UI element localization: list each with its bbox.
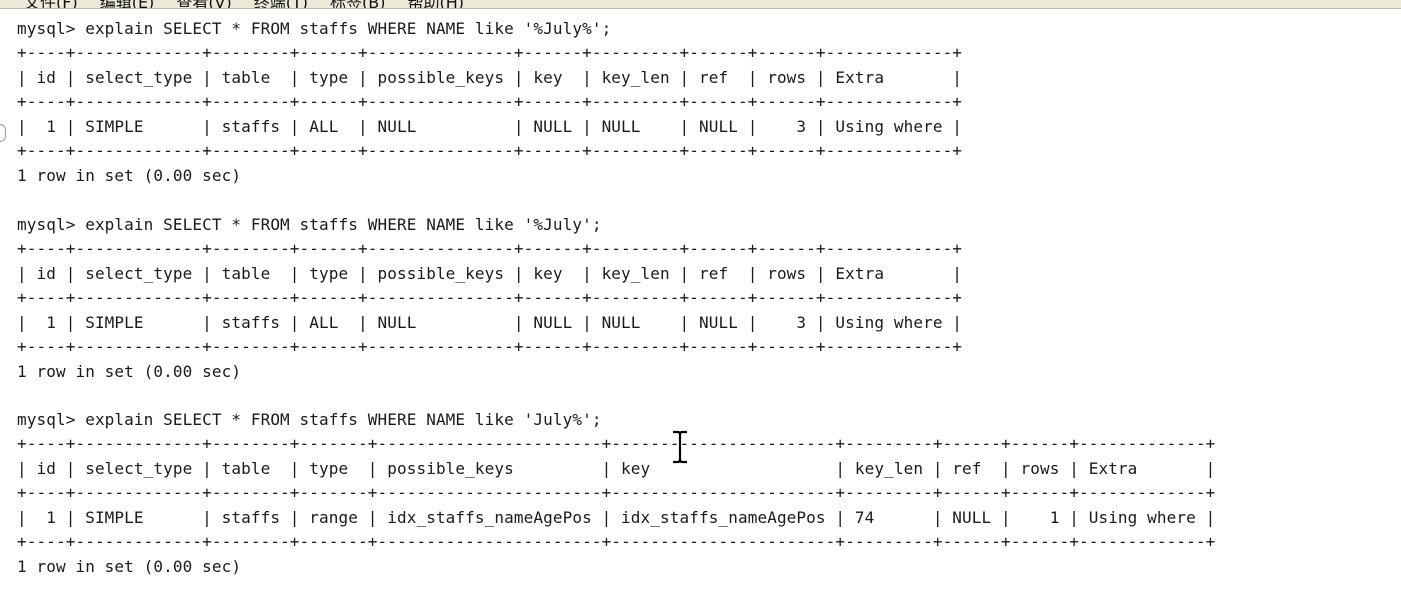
terminal-line: +----+-------------+--------+------+----… [17, 92, 963, 111]
terminal-line: +----+-------------+--------+-------+---… [17, 532, 1216, 551]
scroll-marker [0, 124, 6, 142]
terminal-output[interactable]: mysql> explain SELECT * FROM staffs WHER… [17, 19, 1401, 592]
menu-help[interactable]: 帮助(H) [407, 0, 464, 8]
terminal-line: | 1 | SIMPLE | staffs | ALL | NULL | NUL… [17, 117, 963, 136]
terminal-line: | id | select_type | table | type | poss… [17, 459, 1216, 478]
i-beam-cursor-icon [673, 430, 687, 464]
terminal-line: | id | select_type | table | type | poss… [17, 264, 963, 283]
terminal-line: +----+-------------+--------+------+----… [17, 141, 963, 160]
terminal-line: +----+-------------+--------+------+----… [17, 239, 963, 258]
terminal-line: 1 row in set (0.00 sec) [17, 557, 242, 576]
terminal-line: +----+-------------+--------+-------+---… [17, 483, 1216, 502]
menu-file[interactable]: 文件(F) [24, 0, 78, 8]
menu-items: 文件(F) 编辑(E) 查看(V) 终端(T) 标签(B) 帮助(H) [24, 0, 464, 8]
terminal-line: +----+-------------+--------+------+----… [17, 43, 963, 62]
terminal-line: | id | select_type | table | type | poss… [17, 68, 963, 87]
terminal-line: mysql> explain SELECT * FROM staffs WHER… [17, 19, 612, 38]
terminal-line: +----+-------------+--------+-------+---… [17, 434, 1216, 453]
menu-view[interactable]: 查看(V) [176, 0, 231, 8]
terminal-line: | 1 | SIMPLE | staffs | range | idx_staf… [17, 508, 1216, 527]
terminal-line: mysql> explain SELECT * FROM staffs WHER… [17, 410, 602, 429]
menu-tabs[interactable]: 标签(B) [330, 0, 385, 8]
menu-bar: 文件(F) 编辑(E) 查看(V) 终端(T) 标签(B) 帮助(H) [0, 0, 1401, 9]
menu-terminal[interactable]: 终端(T) [254, 0, 308, 8]
terminal-line: | 1 | SIMPLE | staffs | ALL | NULL | NUL… [17, 313, 963, 332]
menu-edit[interactable]: 编辑(E) [100, 0, 155, 8]
terminal-line: +----+-------------+--------+------+----… [17, 337, 963, 356]
terminal-line: 1 row in set (0.00 sec) [17, 166, 242, 185]
terminal-line: +----+-------------+--------+------+----… [17, 288, 963, 307]
terminal-line: mysql> explain SELECT * FROM staffs WHER… [17, 215, 602, 234]
terminal-line: 1 row in set (0.00 sec) [17, 362, 242, 381]
